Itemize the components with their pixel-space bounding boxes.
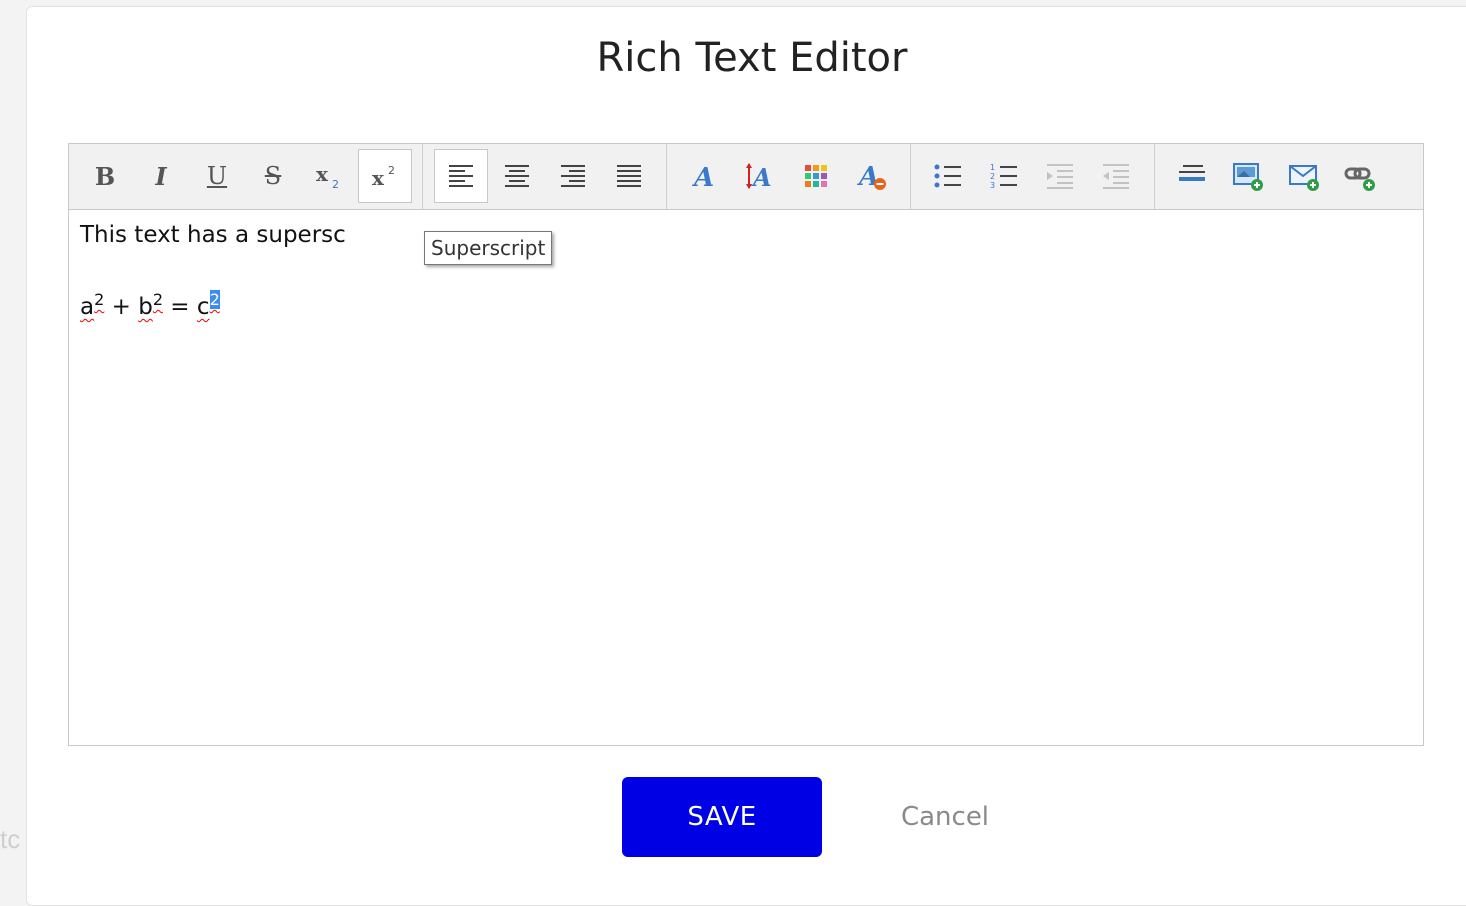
- svg-text:2: 2: [388, 164, 395, 177]
- formula-exponent: 2: [152, 290, 163, 309]
- numbered-list-button[interactable]: 123: [977, 149, 1031, 203]
- formula-term-a: a: [80, 294, 95, 320]
- insert-image-icon: [1233, 163, 1263, 191]
- align-left-button[interactable]: [434, 149, 488, 203]
- font-size-icon: A: [746, 163, 772, 191]
- insert-link-button[interactable]: [1333, 149, 1387, 203]
- font-name-icon: A: [691, 163, 714, 191]
- italic-button[interactable]: I: [134, 149, 188, 203]
- svg-text:3: 3: [990, 181, 995, 190]
- content-paragraph: This text has a supersc: [80, 222, 346, 248]
- font-size-button[interactable]: A: [733, 149, 787, 203]
- svg-text:2: 2: [332, 178, 339, 191]
- formula-operator: +: [104, 294, 139, 320]
- dialog-title: Rich Text Editor: [596, 35, 908, 81]
- strikethrough-icon: S: [264, 162, 282, 190]
- justify-button[interactable]: [602, 149, 656, 203]
- svg-text:1: 1: [990, 163, 995, 172]
- formula-exponent: 2: [94, 290, 105, 309]
- align-center-button[interactable]: [490, 149, 544, 203]
- align-right-button[interactable]: [546, 149, 600, 203]
- svg-text:2: 2: [990, 172, 995, 181]
- rich-text-editor: B I U S x 2 x 2 A A A 1 2 3 This text ha…: [68, 143, 1424, 746]
- text-color-button[interactable]: [789, 149, 843, 203]
- editor-toolbar: B I U S x 2 x 2 A A A 1 2 3: [69, 144, 1423, 210]
- envelope-icon: [1289, 165, 1319, 191]
- strikethrough-button[interactable]: S: [246, 149, 300, 203]
- svg-text:A: A: [691, 163, 714, 191]
- superscript-tooltip: Superscript: [424, 231, 553, 265]
- background-text: tc: [0, 824, 21, 854]
- subscript-button[interactable]: x 2: [302, 149, 356, 203]
- svg-text:A: A: [751, 163, 772, 191]
- align-left-icon: [449, 165, 473, 187]
- align-right-icon: [561, 165, 585, 187]
- subscript-icon: x 2: [316, 162, 339, 191]
- horizontal-rule-icon: [1179, 165, 1205, 181]
- align-center-icon: [505, 165, 529, 187]
- toolbar-separator: [1154, 144, 1155, 209]
- remove-format-icon: A: [856, 162, 886, 192]
- bulleted-list-button[interactable]: [921, 149, 975, 203]
- horizontal-rule-button[interactable]: [1165, 149, 1219, 203]
- toolbar-separator: [422, 144, 423, 209]
- superscript-icon: x 2: [372, 164, 395, 190]
- justify-icon: [617, 165, 641, 187]
- insert-email-button[interactable]: [1277, 149, 1331, 203]
- indent-icon: [1047, 164, 1073, 189]
- underline-icon: U: [206, 162, 228, 190]
- outdent-button[interactable]: [1089, 149, 1143, 203]
- link-icon: [1344, 167, 1375, 191]
- indent-button[interactable]: [1033, 149, 1087, 203]
- italic-icon: I: [155, 161, 167, 191]
- svg-text:x: x: [372, 166, 385, 190]
- bold-button[interactable]: B: [78, 149, 132, 203]
- bold-icon: B: [94, 161, 116, 191]
- bulleted-list-icon: [934, 164, 961, 188]
- rich-text-editor-dialog: Rich Text Editor B I U S x 2 x 2 A A A 1…: [26, 6, 1466, 906]
- numbered-list-icon: 123: [990, 163, 1017, 190]
- toolbar-separator: [666, 144, 667, 209]
- svg-text:x: x: [316, 162, 329, 186]
- formula-operator: =: [163, 294, 197, 320]
- remove-format-button[interactable]: A: [845, 149, 899, 203]
- insert-image-button[interactable]: [1221, 149, 1275, 203]
- formula-term-b: b: [138, 294, 153, 320]
- outdent-icon: [1103, 164, 1129, 189]
- toolbar-separator: [910, 144, 911, 209]
- save-button[interactable]: SAVE: [622, 777, 822, 857]
- formula-term-c: c: [196, 294, 210, 320]
- color-palette-icon: [805, 165, 827, 187]
- underline-button[interactable]: U: [190, 149, 244, 203]
- selected-exponent: 2: [209, 290, 220, 309]
- cancel-button[interactable]: Cancel: [877, 777, 1013, 857]
- superscript-button[interactable]: x 2: [358, 149, 412, 203]
- font-name-button[interactable]: A: [677, 149, 731, 203]
- content-formula: a2 + b2 = c2: [80, 290, 220, 320]
